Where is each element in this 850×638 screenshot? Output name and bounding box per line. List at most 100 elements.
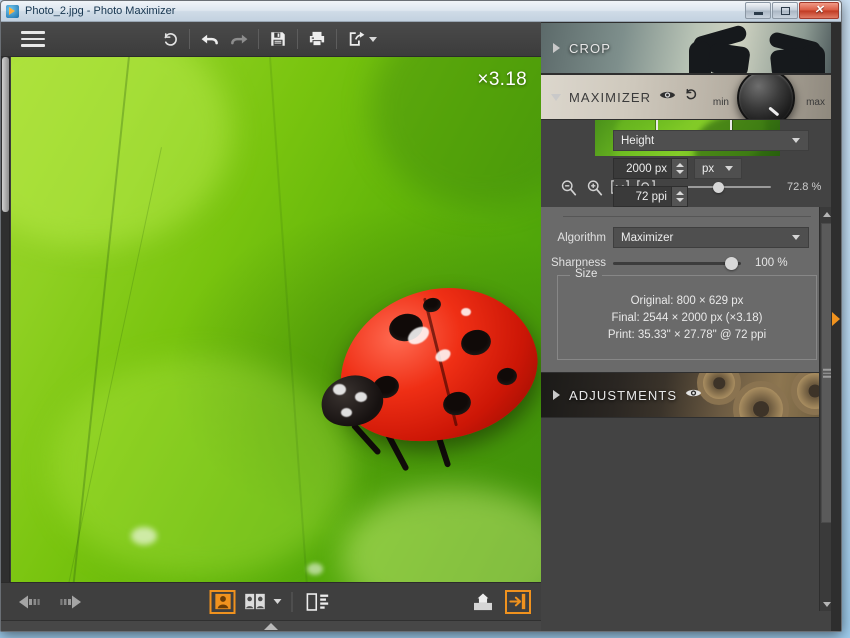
size-value-field[interactable]: [614, 162, 671, 176]
title-bar[interactable]: Photo_2.jpg - Photo Maximizer ✕: [1, 1, 841, 22]
size-final: Final: 2544 × 2000 px (×3.18): [558, 312, 816, 324]
size-stepper[interactable]: [671, 159, 687, 178]
maximize-icon: [781, 7, 790, 15]
crop-hands-graphic: [683, 23, 833, 73]
close-button[interactable]: ✕: [799, 2, 839, 19]
undo-arrow-icon: [684, 88, 699, 102]
knob-min-label: min: [713, 97, 729, 108]
next-image-icon[interactable]: [55, 594, 83, 610]
scrollbar-thumb[interactable]: [2, 57, 9, 212]
redo-button[interactable]: [224, 24, 254, 54]
zoom-in-button[interactable]: [581, 174, 607, 200]
stepper-down-icon[interactable]: [676, 198, 684, 202]
upload-button[interactable]: [469, 590, 497, 614]
sharpness-slider[interactable]: [613, 255, 741, 271]
export-icon: [347, 30, 366, 48]
algorithm-value: Maximizer: [621, 232, 673, 244]
size-original: Original: 800 × 629 px: [558, 295, 816, 307]
maximize-button[interactable]: [772, 2, 798, 19]
maximizer-reset-button[interactable]: [684, 88, 699, 107]
photo-image[interactable]: ×3.18: [11, 57, 541, 582]
split-view-button[interactable]: [303, 590, 333, 614]
eye-icon: [659, 89, 676, 101]
toolbar-divider: [336, 29, 337, 49]
export-button[interactable]: [341, 24, 371, 54]
view-mode-dropdown-caret[interactable]: [274, 599, 282, 604]
collapse-maximizer-chevron-icon[interactable]: [551, 94, 561, 101]
size-info-box: Size Original: 800 × 629 px Final: 2544 …: [557, 275, 817, 360]
panel-collapse-strip[interactable]: [831, 22, 841, 632]
export-image-button[interactable]: [505, 590, 531, 614]
undo-icon: [199, 30, 220, 49]
sharpness-slider-knob[interactable]: [725, 257, 738, 270]
minimize-icon: [754, 12, 763, 15]
leaf-highlight: [341, 487, 541, 582]
canvas-vertical-scrollbar[interactable]: [1, 57, 10, 582]
size-input[interactable]: [613, 158, 688, 179]
scrollbar-grip: [823, 367, 831, 380]
adjustments-visibility-toggle[interactable]: [685, 386, 702, 404]
zoom-slider-knob[interactable]: [713, 182, 724, 193]
collapse-panel-chevron-icon[interactable]: [264, 623, 278, 630]
ladybug-head-spot: [355, 392, 367, 402]
zoom-out-button[interactable]: [555, 174, 581, 200]
section-crop[interactable]: CROP: [541, 22, 833, 74]
algorithm-label: Algorithm: [541, 232, 613, 244]
knob-max-label: max: [806, 97, 825, 108]
expand-adjustments-chevron-icon[interactable]: [553, 390, 560, 400]
window-controls: ✕: [745, 2, 839, 19]
unit-value: px: [702, 163, 714, 175]
stepper-up-icon[interactable]: [676, 163, 684, 167]
resolution-value-field[interactable]: [614, 190, 671, 204]
unit-select[interactable]: px: [694, 158, 742, 179]
reset-icon: [161, 30, 180, 49]
compare-view-icon: [244, 593, 265, 610]
application-window: Photo_2.jpg - Photo Maximizer ✕: [0, 0, 842, 632]
bottom-divider: [292, 592, 293, 612]
water-droplet: [307, 563, 323, 575]
print-button[interactable]: [302, 24, 332, 54]
resolution-stepper[interactable]: [671, 187, 687, 206]
image-navigation: [17, 594, 83, 610]
section-adjustments-title: ADJUSTMENTS: [569, 388, 677, 403]
size-print: Print: 35.33" × 27.78" @ 72 ppi: [558, 329, 816, 341]
window-title: Photo_2.jpg - Photo Maximizer: [25, 5, 175, 17]
save-button[interactable]: [263, 24, 293, 54]
define-value: Height: [621, 135, 654, 147]
single-view-button[interactable]: [210, 590, 236, 614]
algorithm-select[interactable]: Maximizer: [613, 227, 809, 248]
maximizer-knob[interactable]: [737, 74, 795, 120]
menu-hamburger-icon[interactable]: [21, 31, 45, 47]
view-mode-group: [210, 590, 333, 614]
stepper-up-icon[interactable]: [676, 191, 684, 195]
previous-image-icon[interactable]: [17, 594, 45, 610]
print-icon: [308, 30, 326, 48]
section-crop-title: CROP: [569, 41, 611, 56]
compare-view-button[interactable]: [242, 590, 268, 614]
expand-crop-chevron-icon[interactable]: [553, 43, 560, 53]
toolbar-divider: [189, 29, 190, 49]
section-maximizer-header[interactable]: MAXIMIZER min max: [541, 74, 833, 120]
define-select[interactable]: Height: [613, 130, 809, 151]
upload-icon: [473, 593, 493, 611]
knob-indicator: [769, 106, 780, 116]
export-dropdown-caret[interactable]: [369, 37, 377, 42]
resolution-input[interactable]: [613, 186, 688, 207]
panel-collapse-arrow-icon[interactable]: [832, 312, 840, 326]
ladybug-head-spot: [341, 408, 352, 417]
export-group: [469, 590, 531, 614]
undo-button[interactable]: [194, 24, 224, 54]
toolbar-actions: [155, 24, 377, 54]
stepper-down-icon[interactable]: [676, 170, 684, 174]
minimize-button[interactable]: [745, 2, 771, 19]
save-icon: [269, 30, 287, 48]
gear-graphic: [733, 381, 789, 418]
reset-button[interactable]: [155, 24, 185, 54]
chevron-down-icon: [792, 235, 800, 240]
maximizer-visibility-toggle[interactable]: [659, 88, 676, 106]
ladybug-head-spot: [333, 384, 346, 395]
chevron-down-icon: [725, 166, 733, 171]
water-droplet: [131, 527, 157, 545]
chevron-down-icon: [823, 602, 831, 607]
section-adjustments[interactable]: ADJUSTMENTS: [541, 372, 833, 418]
